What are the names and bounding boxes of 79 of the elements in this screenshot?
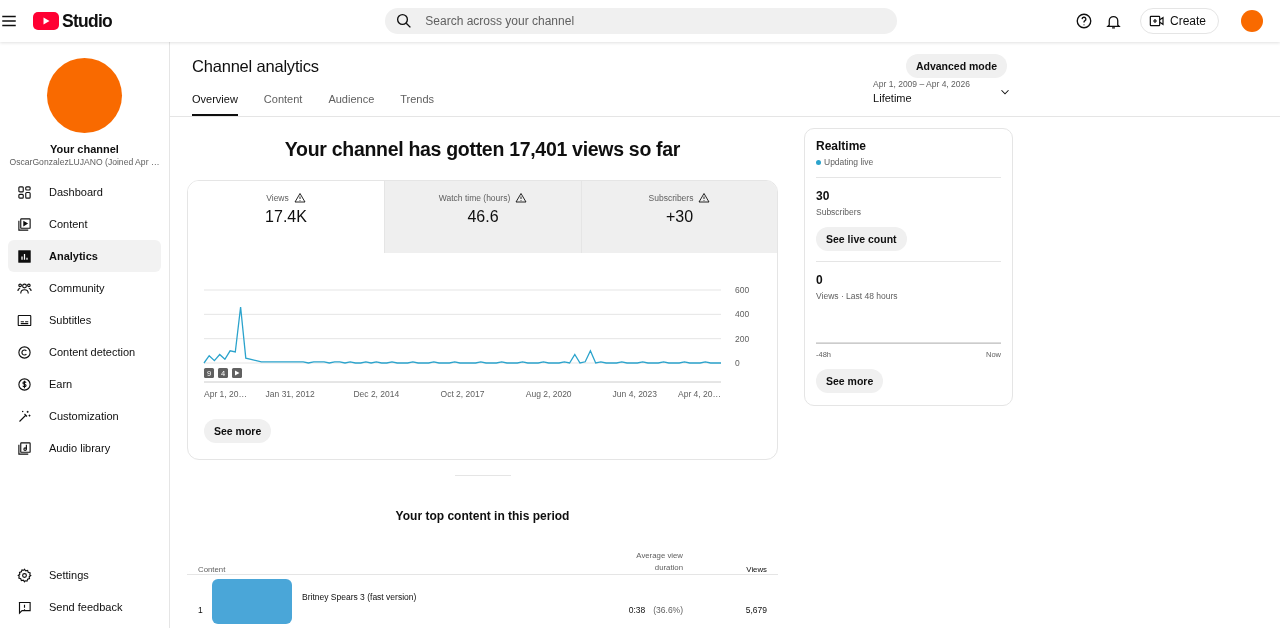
magic-wand-icon (17, 408, 32, 424)
rank-cell-text: 1 (198, 603, 204, 615)
x-tick-label: Aug 2, 2020 (525, 389, 572, 399)
metric-label: Views (266, 193, 289, 203)
video-library-icon (17, 216, 32, 232)
metric-value: 46.6 (467, 208, 499, 226)
search-field[interactable]: Search across your channel (385, 8, 898, 34)
people-icon (17, 280, 32, 296)
section-title: Your top content in this period (395, 509, 570, 523)
advanced-mode-button[interactable]: Advanced mode (905, 54, 1007, 78)
views-label: Views · Last 48 hours (816, 291, 899, 301)
y-tick-label: 200 (735, 333, 750, 344)
sidebar-item[interactable]: Analytics (8, 240, 161, 272)
sidebar-item[interactable]: Customization (8, 400, 161, 432)
sidebar-item[interactable]: Content detection (8, 336, 161, 368)
y-tick-label: 0 (735, 358, 740, 368)
views-cell-text: 5,679 (744, 603, 767, 615)
x-tick-label: Apr 1, 20… (204, 389, 247, 399)
views-count: 0 (816, 273, 824, 287)
x-tick-label: Apr 4, 20… (678, 389, 721, 399)
see-live-count-button[interactable]: See live count (816, 227, 907, 251)
tab[interactable]: Overview (192, 93, 238, 116)
avatar[interactable] (1241, 10, 1263, 32)
period-label: Lifetime (873, 92, 913, 104)
dollar-icon (17, 376, 32, 392)
duration-value: 0:38 (628, 604, 646, 615)
subtitles-icon (17, 312, 32, 328)
page-title: Channel analytics (192, 56, 319, 76)
create-button[interactable]: Create (1139, 8, 1219, 34)
settings-icon (17, 567, 32, 583)
metric-label: Watch time (hours) (438, 193, 511, 203)
grid-icon (17, 184, 32, 200)
subscriber-label: Subscribers (816, 207, 862, 217)
sidebar-item[interactable]: Dashboard (8, 176, 161, 208)
copyright-icon (17, 344, 32, 360)
duration-percent: (36.6%) (653, 604, 683, 615)
x-tick-label: Jun 4, 2023 (612, 389, 658, 399)
play-icon[interactable] (232, 368, 242, 378)
live-status: Updating live (824, 157, 874, 167)
music-library-icon (17, 440, 32, 456)
studio-logo[interactable]: Studio (33, 10, 117, 32)
video-plus-icon (1148, 13, 1165, 29)
metric-label: Subscribers (648, 193, 694, 203)
metric-value: +30 (665, 208, 694, 226)
play-logo-icon (33, 12, 59, 30)
channel-title: Your channel (49, 143, 120, 155)
sidebar-item[interactable]: Earn (8, 368, 161, 400)
sidebar-item[interactable]: Send feedback (8, 591, 161, 623)
bar-chart-icon (17, 248, 32, 264)
sidebar-item[interactable]: Settings (8, 559, 161, 591)
x-tick-label: Jan 31, 2012 (265, 389, 315, 399)
metric-value: 17.4K (265, 208, 307, 226)
help-icon[interactable] (1074, 12, 1093, 30)
live-dot-icon (816, 159, 821, 165)
tab[interactable]: Content (263, 93, 303, 116)
feedback-icon (17, 599, 32, 615)
sidebar-item[interactable]: Content (8, 208, 161, 240)
date-range: Apr 1, 2009 – Apr 4, 2026 (873, 79, 970, 89)
subscriber-count: 30 (816, 189, 831, 203)
tab[interactable]: Trends (400, 93, 435, 116)
see-more-button[interactable]: See more (204, 419, 272, 443)
y-tick-label: 600 (735, 285, 750, 295)
tab[interactable]: Audience (328, 93, 375, 116)
metric-tab[interactable]: Watch time (hours) 46.6 (384, 181, 581, 253)
sidebar-item[interactable]: Community (8, 272, 161, 304)
logo-text: Studio (62, 10, 112, 32)
x-tick-label: Oct 2, 2017 (440, 389, 485, 399)
see-more-button[interactable]: See more (816, 369, 884, 393)
metric-tab[interactable]: Subscribers +30 (581, 181, 777, 253)
video-thumbnail[interactable] (212, 579, 292, 624)
channel-subtitle: OscarGonzalezLUJANO (Joined Apr … (8, 157, 161, 167)
sidebar-item[interactable]: Audio library (8, 432, 161, 464)
realtime-title: Realtime (816, 139, 868, 153)
search-input[interactable]: Search across your channel (423, 13, 888, 29)
video-title[interactable]: Britney Spears 3 (fast version) (302, 579, 573, 602)
headline: Your channel has gotten 17,401 views so far (284, 138, 681, 161)
y-tick-label: 400 (735, 309, 750, 320)
x-tick-label: Dec 2, 2014 (353, 389, 400, 399)
sidebar-item[interactable]: Subtitles (8, 304, 161, 336)
